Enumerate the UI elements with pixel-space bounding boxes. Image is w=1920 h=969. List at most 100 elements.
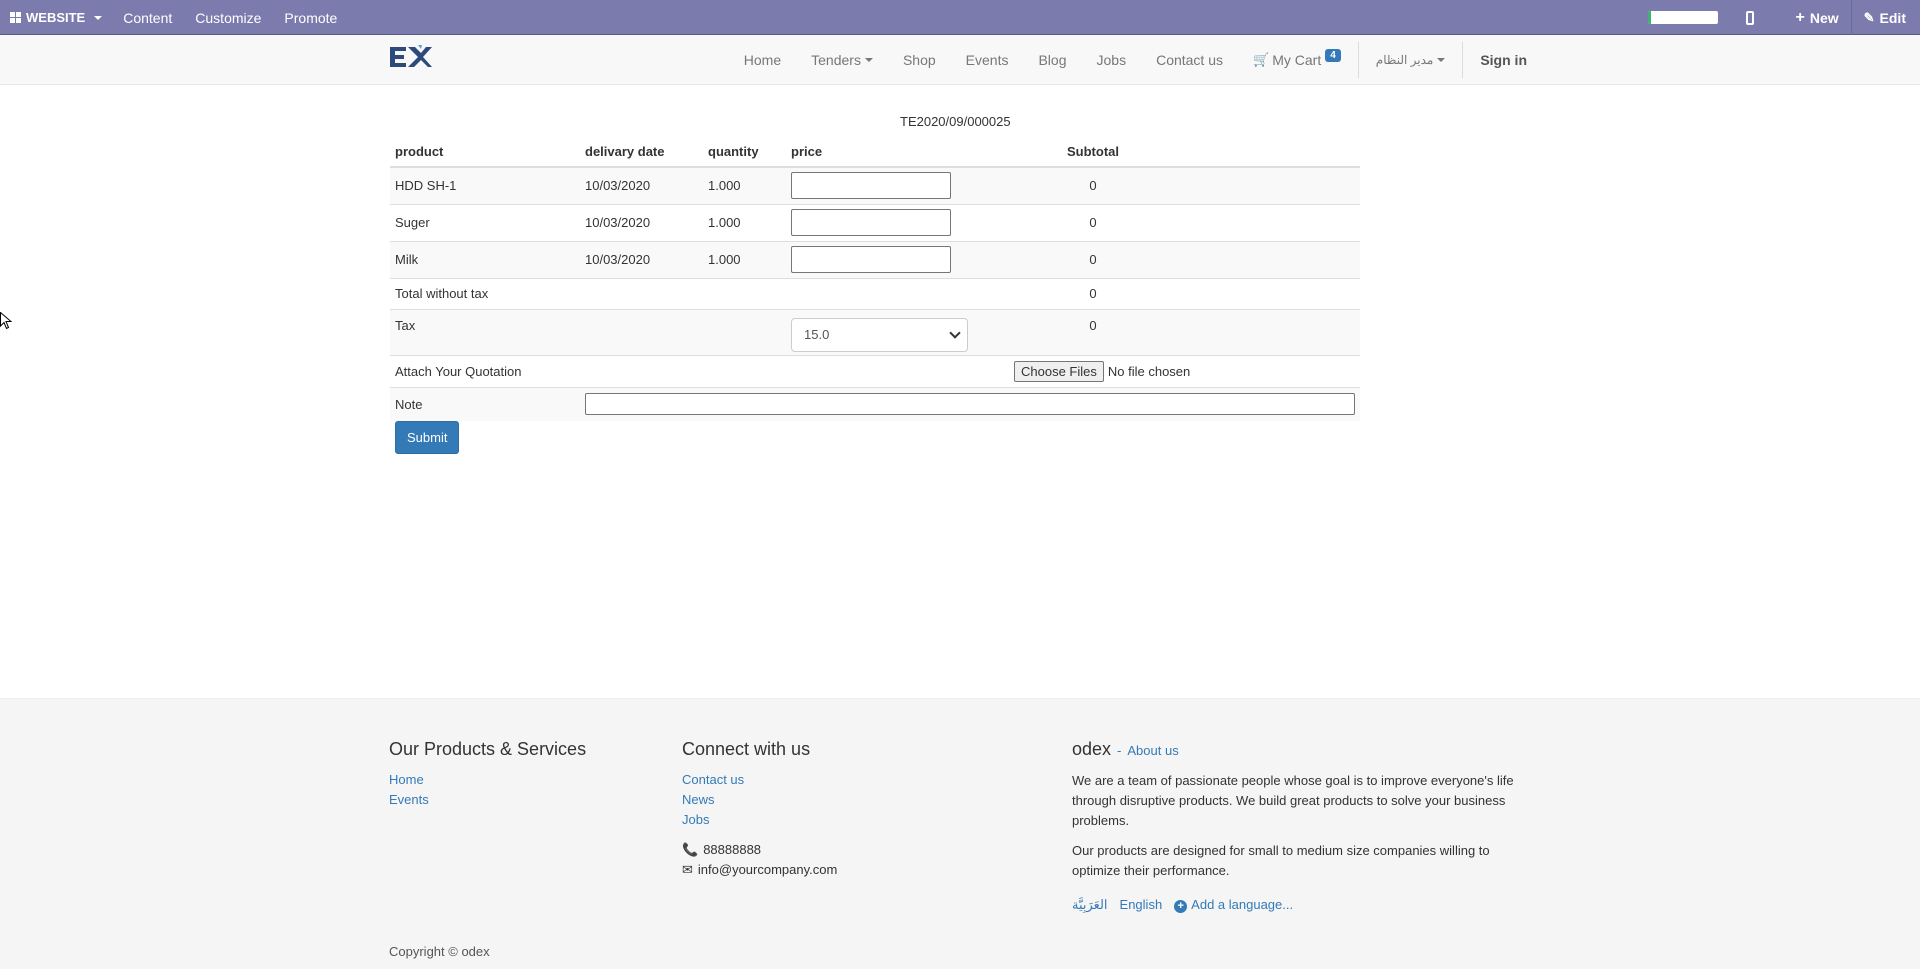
- user-name: مدير النظام: [1375, 53, 1434, 67]
- choose-files-button[interactable]: Choose Files: [1014, 360, 1104, 382]
- footer-link-news[interactable]: News: [682, 790, 837, 810]
- tax-select[interactable]: 15.0: [791, 317, 968, 352]
- subtotal-cell: 0: [1009, 166, 1177, 204]
- total-without-tax-value: 0: [1009, 277, 1177, 309]
- user-menu-dropdown[interactable]: مدير النظام: [1361, 35, 1461, 85]
- col-header-delivery-date: delivary date: [580, 137, 703, 168]
- about-us-link[interactable]: About us: [1127, 741, 1178, 761]
- content-menu[interactable]: Content: [123, 10, 172, 26]
- mobile-preview-icon[interactable]: [1745, 10, 1754, 25]
- no-file-chosen-text: No file chosen: [1107, 363, 1191, 379]
- nav-blog[interactable]: Blog: [1023, 35, 1081, 85]
- footer-products-column: Our Products & Services Home Events: [389, 739, 586, 810]
- tax-row: Tax 15.0 0: [390, 308, 1360, 355]
- caret-down-icon: [1437, 58, 1446, 62]
- phone-icon: 📞: [682, 842, 699, 857]
- quantity-cell: 1.000: [703, 240, 786, 278]
- site-navbar: Home Tenders Shop Events Blog Jobs Conta…: [0, 35, 1920, 85]
- col-header-spacer: [1177, 137, 1360, 168]
- about-paragraph-1: We are a team of passionate people whose…: [1072, 773, 1514, 828]
- footer-email: ✉ info@yourcompany.com: [682, 860, 837, 880]
- apps-grid-icon: [10, 12, 21, 23]
- footer-about-column: odex - About us We are a team of passion…: [1072, 739, 1532, 915]
- footer-connect-column: Connect with us Contact us News Jobs 📞 8…: [682, 739, 837, 880]
- customize-menu[interactable]: Customize: [195, 10, 261, 26]
- admin-bar-right: + New ✎ Edit: [1647, 0, 1920, 35]
- chevron-down-icon: [949, 326, 961, 339]
- language-selector: العَرَبِيَّة English + Add a language...: [1072, 895, 1532, 915]
- nav-my-cart[interactable]: 🛒 My Cart 4: [1238, 35, 1356, 85]
- total-without-tax-label: Total without tax: [390, 277, 1009, 309]
- delivery-date-cell: 10/03/2020: [580, 240, 703, 278]
- product-cell: HDD SH-1: [390, 166, 580, 204]
- price-input[interactable]: [791, 172, 951, 200]
- price-cell: [786, 240, 1009, 278]
- footer-connect-title: Connect with us: [682, 739, 811, 759]
- pencil-icon: ✎: [1863, 10, 1875, 25]
- footer-link-contact-us[interactable]: Contact us: [682, 770, 837, 790]
- nav-jobs[interactable]: Jobs: [1082, 35, 1142, 85]
- nav-tenders-label: Tenders: [811, 52, 861, 68]
- footer-products-title: Our Products & Services: [389, 739, 587, 759]
- caret-down-icon: [94, 15, 103, 20]
- footer-link-home[interactable]: Home: [389, 770, 586, 790]
- mouse-pointer-icon: [0, 312, 12, 330]
- sign-in-link[interactable]: Sign in: [1465, 35, 1527, 85]
- table-row: Suger 10/03/2020 1.000 0: [390, 203, 1360, 241]
- subtotal-cell: 0: [1009, 240, 1177, 278]
- footer-link-events[interactable]: Events: [389, 790, 586, 810]
- language-arabic[interactable]: العَرَبِيَّة: [1072, 895, 1108, 915]
- main-nav: Home Tenders Shop Events Blog Jobs Conta…: [729, 35, 1527, 85]
- nav-events[interactable]: Events: [951, 35, 1024, 85]
- copyright: Copyright © odex: [389, 944, 490, 959]
- website-menu-button[interactable]: WEBSITE: [10, 10, 103, 25]
- new-label: New: [1809, 9, 1839, 26]
- footer-about-title: odex - About us: [1072, 739, 1179, 761]
- nav-divider: [1357, 42, 1359, 78]
- add-language-label: Add a language...: [1191, 897, 1294, 912]
- nav-home[interactable]: Home: [729, 35, 796, 85]
- tax-selected-value: 15.0: [804, 327, 830, 342]
- tax-amount: 0: [1009, 308, 1177, 355]
- footer-link-jobs[interactable]: Jobs: [682, 810, 837, 830]
- total-without-tax-row: Total without tax 0: [390, 277, 1360, 309]
- nav-contact-us[interactable]: Contact us: [1141, 35, 1238, 85]
- new-button[interactable]: + New: [1784, 0, 1851, 35]
- edit-button[interactable]: ✎ Edit: [1850, 0, 1920, 35]
- nav-tenders-dropdown[interactable]: Tenders: [796, 35, 888, 85]
- caret-down-icon: [864, 58, 873, 62]
- file-input-cell: Choose Files No file chosen: [1009, 354, 1360, 387]
- tender-reference: TE2020/09/000025: [900, 114, 1011, 129]
- promote-menu[interactable]: Promote: [284, 10, 337, 26]
- price-cell: [786, 166, 1009, 204]
- language-english[interactable]: English: [1120, 895, 1163, 915]
- add-language-link[interactable]: + Add a language...: [1174, 895, 1293, 915]
- quantity-cell: 1.000: [703, 203, 786, 241]
- about-paragraph-2: Our products are designed for small to m…: [1072, 843, 1490, 878]
- col-header-subtotal: Subtotal: [1009, 137, 1177, 168]
- table-header-row: product delivary date quantity price Sub…: [390, 137, 1360, 168]
- cart-label: My Cart: [1272, 52, 1322, 68]
- admin-bar-left: WEBSITE Content Customize Promote: [10, 0, 360, 35]
- submit-button[interactable]: Submit: [395, 421, 460, 454]
- col-header-product: product: [390, 137, 580, 168]
- spacer-cell: [1177, 203, 1360, 241]
- website-admin-bar: WEBSITE Content Customize Promote + New …: [0, 0, 1920, 35]
- col-header-quantity: quantity: [703, 137, 786, 168]
- edit-label: Edit: [1879, 9, 1906, 26]
- price-input[interactable]: [791, 246, 951, 273]
- product-cell: Milk: [390, 240, 580, 278]
- site-footer: Our Products & Services Home Events Conn…: [0, 698, 1920, 969]
- company-logo[interactable]: [388, 43, 432, 71]
- nav-shop[interactable]: Shop: [888, 35, 951, 85]
- tax-label: Tax: [390, 308, 786, 355]
- nav-divider: [1462, 42, 1464, 78]
- table-row: HDD SH-1 10/03/2020 1.000 0: [390, 166, 1360, 204]
- file-input: Choose Files No file chosen: [1014, 360, 1355, 382]
- note-input[interactable]: [585, 393, 1355, 416]
- spacer-cell: [1177, 240, 1360, 278]
- price-input[interactable]: [791, 209, 951, 236]
- footer-phone: 📞 88888888: [682, 840, 837, 860]
- phone-number: 88888888: [703, 842, 762, 857]
- col-header-price: price: [786, 137, 1009, 168]
